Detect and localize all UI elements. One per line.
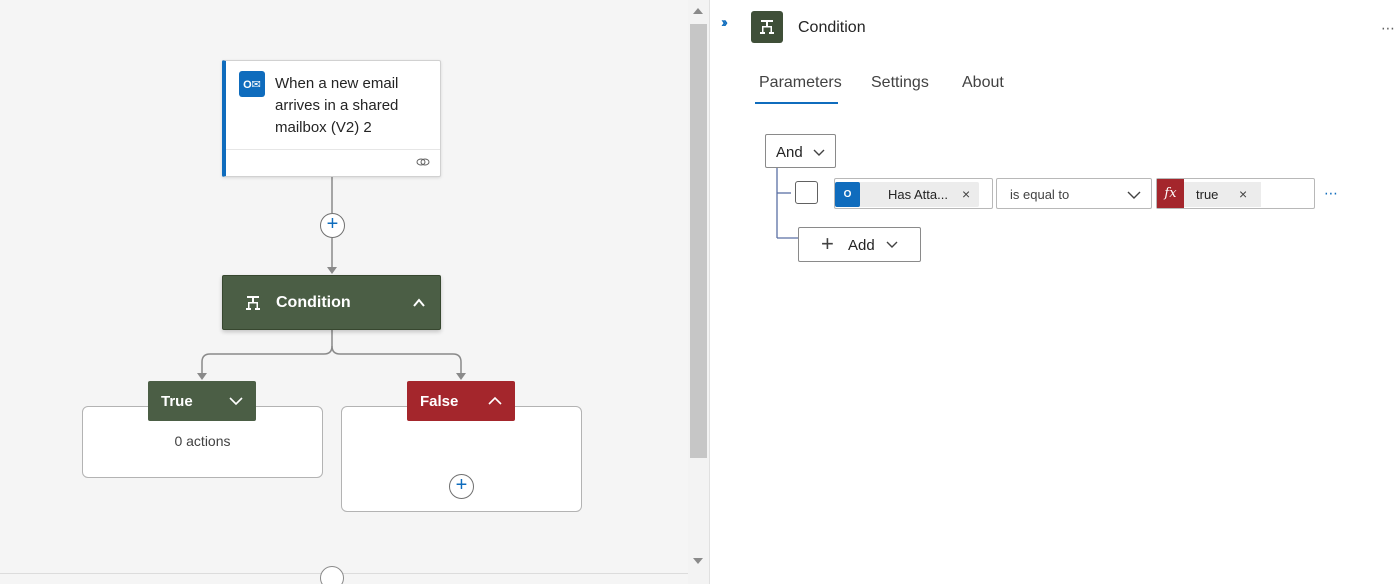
scroll-up-arrow-icon[interactable]: [693, 8, 703, 14]
true-branch-empty-text: 0 actions: [174, 433, 231, 449]
expand-panel-icon[interactable]: ››: [721, 14, 728, 31]
condition-left-operand[interactable]: O Has Atta... ×: [834, 178, 993, 209]
condition-details-panel: ›› Condition ⋯ Parameters Settings About…: [711, 0, 1400, 584]
tab-parameters[interactable]: Parameters: [759, 74, 842, 92]
add-button-label: Add: [848, 237, 875, 254]
tab-about[interactable]: About: [962, 74, 1004, 92]
outlook-icon: O✉: [239, 71, 265, 97]
scroll-thumb[interactable]: [690, 24, 707, 458]
trigger-title: When a new email arrives in a shared mai…: [275, 75, 399, 136]
insert-step-button[interactable]: +: [320, 213, 345, 238]
right-token-label: true: [1196, 187, 1219, 202]
operator-dropdown[interactable]: is equal to: [996, 178, 1152, 209]
scroll-down-arrow-icon[interactable]: [693, 558, 703, 564]
more-options-icon[interactable]: ⋯: [1381, 20, 1396, 37]
plus-icon: +: [821, 231, 834, 256]
collapse-chevron-up-icon[interactable]: [412, 296, 426, 310]
false-branch-add-button[interactable]: +: [449, 474, 474, 499]
active-tab-indicator: [755, 102, 838, 104]
false-branch-label: False: [420, 393, 459, 410]
group-operator-value: And: [776, 144, 803, 161]
outlook-icon: O: [835, 182, 860, 207]
designer-canvas[interactable]: O✉ When a new email arrives in a shared …: [0, 0, 688, 584]
operator-value: is equal to: [1010, 187, 1070, 202]
condition-panel-icon: [751, 11, 783, 43]
expression-token[interactable]: true ×: [1184, 182, 1261, 207]
condition-right-operand[interactable]: fx true ×: [1156, 178, 1315, 209]
panel-title: Condition: [798, 19, 866, 36]
has-attachments-token[interactable]: O Has Atta... ×: [835, 182, 979, 207]
condition-card[interactable]: Condition: [222, 275, 441, 330]
condition-icon: [246, 296, 260, 310]
trigger-divider: [226, 149, 440, 150]
chevron-up-icon[interactable]: [487, 393, 503, 409]
left-token-label: Has Atta...: [888, 187, 948, 202]
true-branch-label: True: [161, 393, 193, 410]
canvas-scrollbar[interactable]: [688, 0, 710, 584]
remove-token-icon[interactable]: ×: [1239, 186, 1247, 202]
condition-title: Condition: [276, 294, 351, 311]
false-branch-header[interactable]: False: [407, 381, 515, 421]
canvas-bottom-divider: [0, 573, 688, 574]
link-icon: [416, 158, 430, 166]
trigger-card[interactable]: O✉ When a new email arrives in a shared …: [222, 60, 441, 177]
chevron-down-icon[interactable]: [228, 393, 244, 409]
bottom-add-button[interactable]: [320, 566, 344, 584]
remove-token-icon[interactable]: ×: [962, 186, 970, 202]
add-condition-button[interactable]: + Add: [798, 227, 921, 262]
row-select-checkbox[interactable]: [795, 181, 818, 204]
true-branch-header[interactable]: True: [148, 381, 256, 421]
chevron-down-icon: [813, 149, 825, 156]
row-more-options-icon[interactable]: ⋯: [1324, 185, 1339, 202]
group-operator-dropdown[interactable]: And: [765, 134, 836, 168]
chevron-down-icon: [1127, 191, 1141, 199]
expression-fx-icon: fx: [1157, 179, 1184, 208]
chevron-down-icon: [886, 241, 898, 248]
tab-settings[interactable]: Settings: [871, 74, 929, 92]
